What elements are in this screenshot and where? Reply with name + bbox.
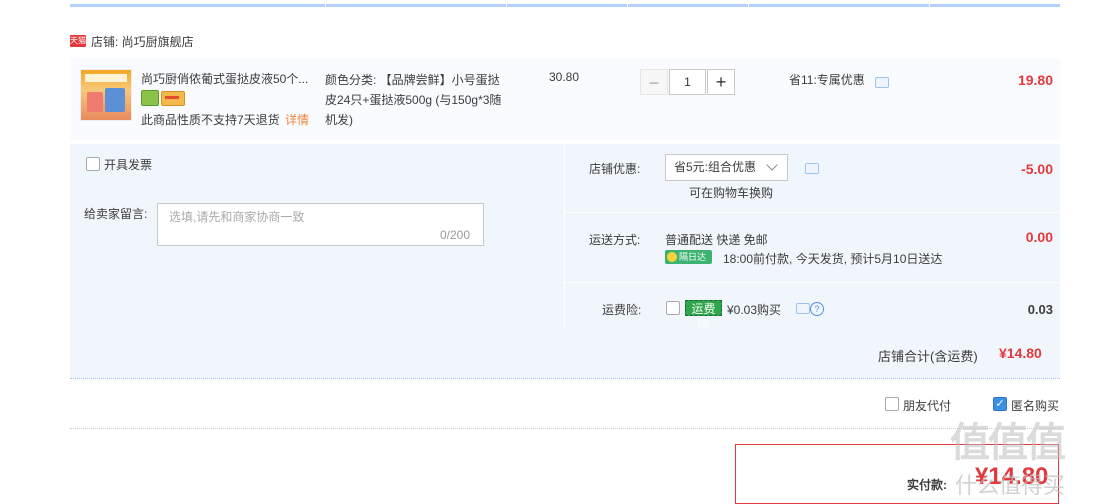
watermark-text: 什么值得买 xyxy=(955,473,1066,498)
message-label: 给卖家留言: xyxy=(84,207,148,221)
help-icon[interactable]: ? xyxy=(810,302,824,316)
guarantee-icon[interactable] xyxy=(141,90,159,106)
chat-icon[interactable] xyxy=(805,163,819,174)
insurance-checkbox[interactable] xyxy=(666,301,680,315)
returns-detail-link[interactable]: 详情 xyxy=(285,111,309,128)
tmall-icon: 天猫 xyxy=(70,35,86,47)
discount-value: -5.00 xyxy=(1021,161,1053,177)
shop-total-value: ¥14.80 xyxy=(999,345,1042,361)
unit-price: 30.80 xyxy=(549,70,580,84)
quantity-increase-button[interactable]: + xyxy=(707,69,735,95)
chat-icon[interactable] xyxy=(875,77,889,88)
invoice-label[interactable]: 开具发票 xyxy=(104,156,152,173)
column-separator xyxy=(325,4,326,7)
shipping-label: 运送方式: xyxy=(589,233,641,247)
header-divider xyxy=(70,4,1060,7)
discount-hint: 可在购物车换购 xyxy=(689,186,774,200)
column-separator xyxy=(506,4,507,7)
next-day-delivery-badge: 隔日达 xyxy=(665,250,712,264)
column-separator xyxy=(748,4,749,7)
insurance-label: 运费险: xyxy=(602,303,642,317)
credit-card-icon[interactable] xyxy=(161,91,185,106)
delivery-eta: 18:00前付款, 今天发货, 预计5月10日送达 xyxy=(723,252,943,266)
discount-label: 店铺优惠: xyxy=(589,162,641,176)
chat-icon[interactable] xyxy=(796,303,810,314)
insurance-price: ¥0.03购买 xyxy=(727,303,782,317)
seller-message-placeholder: 选填,请先和商家协商一致 xyxy=(169,210,305,224)
divider xyxy=(565,212,1060,213)
column-separator xyxy=(627,4,628,7)
column-separator xyxy=(929,4,930,7)
insurance-badge: 运费险 xyxy=(685,300,722,332)
payment-label: 实付款: xyxy=(907,478,947,492)
insurance-value: 0.03 xyxy=(1027,302,1053,317)
item-promotion: 省11:专属优惠 xyxy=(789,73,865,87)
shipping-value: 0.00 xyxy=(1025,229,1053,245)
returns-note: 此商品性质不支持7天退货 xyxy=(141,113,280,127)
invoice-checkbox[interactable] xyxy=(86,157,100,171)
watermark-logo: 值值值 xyxy=(950,421,1066,465)
product-title-link[interactable]: 尚巧厨俏侬葡式蛋挞皮液50个... xyxy=(141,70,316,87)
quantity-decrease-button[interactable]: − xyxy=(640,69,668,95)
product-thumbnail[interactable] xyxy=(80,69,132,121)
shop-total-label: 店铺合计(含运费) xyxy=(878,349,978,364)
message-char-count: 0/200 xyxy=(440,228,471,242)
sku-info: 颜色分类: 【品牌尝鲜】小号蛋挞皮24只+蛋挞液500g (与150g*3随机发… xyxy=(325,73,502,127)
item-subtotal: 19.80 xyxy=(1017,72,1053,88)
friend-pay-label[interactable]: 朋友代付 xyxy=(903,397,951,414)
shipping-method: 普通配送 快递 免邮 xyxy=(665,233,768,247)
friend-pay-checkbox[interactable] xyxy=(885,397,899,411)
quantity-input[interactable]: 1 xyxy=(669,69,706,95)
divider xyxy=(70,428,1060,429)
shop-name-link[interactable]: 店铺: 尚巧厨旗舰店 xyxy=(91,33,194,50)
divider xyxy=(565,282,1060,283)
anonymous-checkbox[interactable]: ✓ xyxy=(993,397,1007,411)
